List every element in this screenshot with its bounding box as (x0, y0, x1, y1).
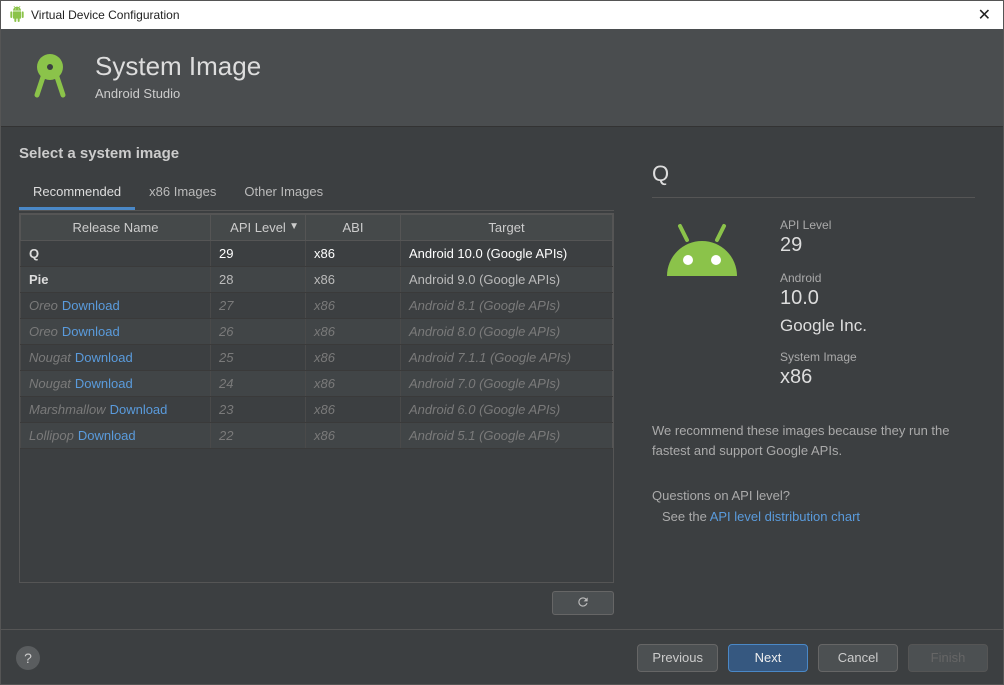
tab-recommended[interactable]: Recommended (19, 176, 135, 210)
release-name: Nougat (29, 350, 71, 365)
api-cell: 27 (211, 293, 306, 319)
api-cell: 29 (211, 241, 306, 267)
api-level-label: API Level (780, 218, 867, 232)
table-row[interactable]: Pie 28x86Android 9.0 (Google APIs) (21, 267, 613, 293)
table-row[interactable]: Marshmallow Download 23x86Android 6.0 (Goo… (21, 397, 613, 423)
tab-other-images[interactable]: Other Images (230, 176, 337, 210)
api-level-value: 29 (780, 234, 867, 257)
target-cell: Android 6.0 (Google APIs) (401, 397, 613, 423)
finish-button: Finish (908, 644, 988, 672)
android-value: 10.0 (780, 287, 867, 310)
android-mini-icon (9, 6, 25, 25)
abi-cell: x86 (306, 371, 401, 397)
question-text: Questions on API level? (652, 488, 975, 503)
sysimg-label: System Image (780, 350, 867, 364)
abi-cell: x86 (306, 423, 401, 449)
download-link[interactable]: Download (75, 376, 133, 391)
help-button[interactable]: ? (16, 646, 40, 670)
previous-button[interactable]: Previous (637, 644, 718, 672)
api-cell: 23 (211, 397, 306, 423)
abi-cell: x86 (306, 241, 401, 267)
abi-cell: x86 (306, 267, 401, 293)
release-name: Oreo (29, 298, 58, 313)
col-target[interactable]: Target (401, 215, 613, 241)
close-icon[interactable]: ✕ (974, 5, 995, 25)
abi-cell: x86 (306, 397, 401, 423)
sysimg-value: x86 (780, 366, 867, 389)
table-row[interactable]: Nougat Download 24x86Android 7.0 (Google A… (21, 371, 613, 397)
release-name: Oreo (29, 324, 58, 339)
target-cell: Android 9.0 (Google APIs) (401, 267, 613, 293)
table-row[interactable]: Q 29x86Android 10.0 (Google APIs) (21, 241, 613, 267)
android-label: Android (780, 271, 867, 285)
vendor-value: Google Inc. (780, 316, 867, 336)
col-api[interactable]: API Level▼ (211, 215, 306, 241)
download-link[interactable]: Download (62, 324, 120, 339)
android-robot-icon (652, 218, 752, 321)
table-row[interactable]: Oreo Download 26x86Android 8.0 (Google API… (21, 319, 613, 345)
table-row[interactable]: Oreo Download 27x86Android 8.1 (Google API… (21, 293, 613, 319)
footer: ? Previous Next Cancel Finish (0, 629, 1004, 685)
target-cell: Android 8.0 (Google APIs) (401, 319, 613, 345)
table-row[interactable]: Lollipop Download 22x86Android 5.1 (Google… (21, 423, 613, 449)
download-link[interactable]: Download (75, 350, 133, 365)
system-image-table: Release Name API Level▼ ABI Target Q29x8… (20, 214, 613, 449)
abi-cell: x86 (306, 293, 401, 319)
abi-cell: x86 (306, 319, 401, 345)
refresh-button[interactable] (552, 591, 614, 615)
release-name: Pie (29, 272, 49, 287)
target-cell: Android 5.1 (Google APIs) (401, 423, 613, 449)
release-name: Nougat (29, 376, 71, 391)
see-text: See the (662, 509, 710, 524)
download-link[interactable]: Download (62, 298, 120, 313)
section-title: Select a system image (19, 145, 614, 162)
android-studio-icon (23, 47, 77, 104)
tabs: Recommendedx86 ImagesOther Images (19, 176, 614, 211)
download-link[interactable]: Download (110, 402, 168, 417)
api-cell: 22 (211, 423, 306, 449)
detail-title: Q (652, 161, 975, 198)
tab-x86-images[interactable]: x86 Images (135, 176, 230, 210)
cancel-button[interactable]: Cancel (818, 644, 898, 672)
target-cell: Android 8.1 (Google APIs) (401, 293, 613, 319)
next-button[interactable]: Next (728, 644, 808, 672)
window-title: Virtual Device Configuration (31, 8, 180, 22)
page-subtitle: Android Studio (95, 86, 261, 101)
api-cell: 25 (211, 345, 306, 371)
download-link[interactable]: Download (78, 428, 136, 443)
page-title: System Image (95, 51, 261, 82)
table-row[interactable]: Nougat Download 25x86Android 7.1.1 (Google… (21, 345, 613, 371)
header: System Image Android Studio (1, 29, 1003, 127)
api-cell: 28 (211, 267, 306, 293)
release-name: Lollipop (29, 428, 74, 443)
target-cell: Android 7.1.1 (Google APIs) (401, 345, 613, 371)
api-chart-link[interactable]: API level distribution chart (710, 509, 860, 524)
release-name: Q (29, 246, 39, 261)
recommend-text: We recommend these images because they r… (652, 421, 975, 460)
col-release[interactable]: Release Name (21, 215, 211, 241)
api-cell: 26 (211, 319, 306, 345)
col-abi[interactable]: ABI (306, 215, 401, 241)
release-name: Marshmallow (29, 402, 106, 417)
target-cell: Android 10.0 (Google APIs) (401, 241, 613, 267)
sort-desc-icon: ▼ (289, 221, 299, 232)
target-cell: Android 7.0 (Google APIs) (401, 371, 613, 397)
api-cell: 24 (211, 371, 306, 397)
abi-cell: x86 (306, 345, 401, 371)
title-bar: Virtual Device Configuration ✕ (1, 1, 1003, 29)
refresh-icon (576, 595, 590, 612)
